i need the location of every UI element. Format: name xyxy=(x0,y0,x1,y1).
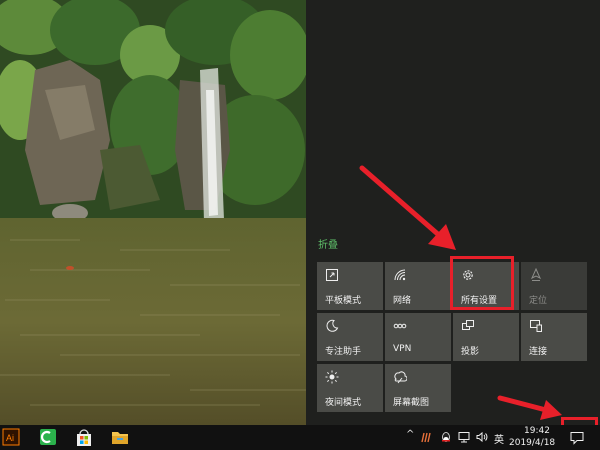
network-icon xyxy=(393,268,407,282)
tile-vpn[interactable]: VPN xyxy=(385,313,451,361)
action-center-panel: 折叠 平板模式 网络 所有设置 定位 专注助手 VPN 投影 连接 夜间模式 屏… xyxy=(306,0,600,425)
tile-label: 夜间模式 xyxy=(325,398,362,408)
location-icon xyxy=(529,268,543,282)
show-hidden-icons-chevron[interactable]: ^ xyxy=(406,429,414,440)
clock-date[interactable]: 2019/4/18 xyxy=(509,438,567,448)
tile-label: 网络 xyxy=(393,296,412,306)
tile-network[interactable]: 网络 xyxy=(385,262,451,310)
tablet-mode-icon xyxy=(325,268,339,282)
clock-time[interactable]: 19:42 xyxy=(511,426,563,436)
svg-text:Ai: Ai xyxy=(6,433,14,443)
action-center-button[interactable] xyxy=(566,427,588,448)
tile-focus-assist[interactable]: 专注助手 xyxy=(317,313,383,361)
ink-workspace-icon[interactable] xyxy=(421,431,433,443)
tile-location[interactable]: 定位 xyxy=(521,262,587,310)
collapse-link[interactable]: 折叠 xyxy=(318,236,338,251)
tile-label: 专注助手 xyxy=(325,347,362,357)
vpn-icon xyxy=(393,319,407,333)
moon-icon xyxy=(325,319,339,333)
tile-project[interactable]: 投影 xyxy=(453,313,519,361)
store-app-icon[interactable] xyxy=(74,428,94,447)
desktop-wallpaper xyxy=(0,0,306,425)
camtasia-app-icon[interactable] xyxy=(38,428,58,447)
file-explorer-app-icon[interactable] xyxy=(110,428,130,447)
input-method-indicator[interactable]: 英 xyxy=(494,431,504,446)
illustrator-app-icon[interactable]: Ai xyxy=(2,428,22,447)
desktop-screen: 折叠 平板模式 网络 所有设置 定位 专注助手 VPN 投影 连接 夜间模式 屏… xyxy=(0,0,600,450)
tile-label: VPN xyxy=(393,344,412,354)
taskbar: Ai ^ 英 19:42 2019/4/18 xyxy=(0,425,600,450)
tile-label: 定位 xyxy=(529,296,548,306)
speaker-icon[interactable] xyxy=(476,431,488,443)
network-monitor-icon[interactable] xyxy=(458,431,470,443)
tile-tablet-mode[interactable]: 平板模式 xyxy=(317,262,383,310)
tile-connect[interactable]: 连接 xyxy=(521,313,587,361)
connect-icon xyxy=(529,319,543,333)
tile-label: 平板模式 xyxy=(325,296,362,306)
tile-label: 屏幕截图 xyxy=(393,398,430,408)
highlight-all-settings xyxy=(450,256,514,310)
project-icon xyxy=(461,319,475,333)
tile-screen-snip[interactable]: 屏幕截图 xyxy=(385,364,451,412)
tile-label: 投影 xyxy=(461,347,480,357)
brightness-icon xyxy=(325,370,339,384)
tile-label: 连接 xyxy=(529,347,548,357)
qq-icon[interactable] xyxy=(440,431,452,443)
tile-night-light[interactable]: 夜间模式 xyxy=(317,364,383,412)
screen-snip-icon xyxy=(393,370,407,384)
